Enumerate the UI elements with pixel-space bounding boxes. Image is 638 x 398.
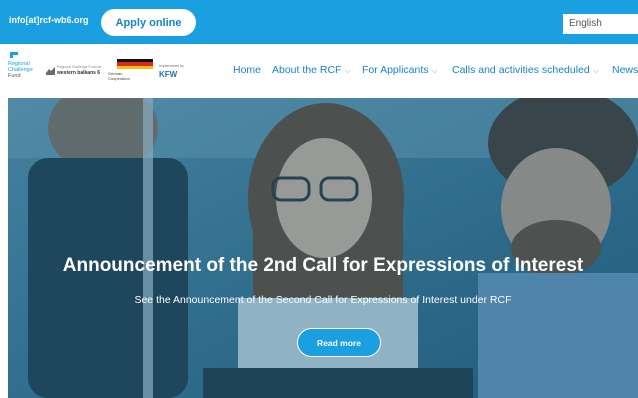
chevron-down-icon: ⌵ — [344, 66, 351, 75]
western-balkans-icon — [46, 67, 55, 75]
nav-item-label: For Applicants — [362, 64, 429, 76]
kfw-small-text: Implemented by — [159, 64, 184, 68]
nav-item-label: Calls and activities scheduled — [452, 64, 590, 76]
nav-item-about[interactable]: About the RCF ⌵ — [272, 64, 351, 76]
contact-email-link[interactable]: info[at]rcf-wb6.org — [9, 15, 89, 25]
german-cooperation-logo: German Cooperation — [107, 57, 155, 87]
hero-subtitle: See the Announcement of the Second Call … — [134, 294, 512, 306]
western-balkans-text: western balkans 6 — [57, 70, 101, 76]
apply-online-button[interactable]: Apply online — [101, 9, 196, 36]
nav-item-news[interactable]: News — [612, 64, 638, 76]
nav-item-label: About the RCF — [272, 64, 342, 76]
chevron-down-icon: ⌵ — [592, 66, 599, 75]
rcf-logo-text-3: Fund — [8, 73, 21, 79]
language-select[interactable]: English — [563, 14, 638, 34]
nav-item-calls[interactable]: Calls and activities scheduled ⌵ — [452, 64, 599, 76]
hero-banner: Announcement of the 2nd Call for Express… — [8, 98, 638, 398]
hero-title: Announcement of the 2nd Call for Express… — [62, 255, 584, 276]
top-bar: info[at]rcf-wb6.org Apply online English — [0, 0, 638, 44]
nav-item-applicants[interactable]: For Applicants ⌵ — [362, 64, 438, 76]
rcf-logo[interactable]: Regional Challenge Fund — [8, 52, 42, 86]
nav-item-label: Home — [233, 64, 262, 76]
kfw-text: KFW — [159, 70, 178, 79]
western-balkans-small-text: Regional Challenge Fund for — [57, 65, 102, 69]
german-flag-icon — [117, 59, 153, 69]
nav-item-label: News — [612, 64, 638, 76]
western-balkans-logo: Regional Challenge Fund for western balk… — [45, 64, 105, 80]
nav-item-home[interactable]: Home — [233, 64, 261, 76]
read-more-button[interactable]: Read more — [297, 328, 381, 357]
german-cooperation-text-2: Cooperation — [108, 76, 130, 81]
kfw-logo: Implemented by KFW — [157, 62, 185, 84]
rcf-logo-icon — [10, 52, 18, 58]
chevron-down-icon: ⌵ — [431, 66, 438, 75]
